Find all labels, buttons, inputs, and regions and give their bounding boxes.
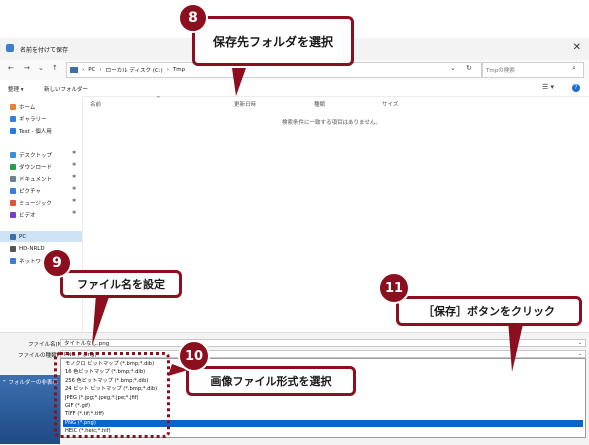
callout-10-text: 画像ファイル形式を選択 xyxy=(210,375,332,388)
pointer-11 xyxy=(508,320,524,372)
callout-11-text: ［保存］ボタンをクリック xyxy=(423,305,555,318)
callout-11-badge: 11 xyxy=(378,272,410,304)
callout-8-box: 保存先フォルダを選択 xyxy=(192,16,354,66)
callout-10-box: 画像ファイル形式を選択 xyxy=(186,366,356,396)
callout-9-box: ファイル名を設定 xyxy=(60,270,182,298)
callout-9-text: ファイル名を設定 xyxy=(77,278,165,291)
callout-8-badge: 8 xyxy=(178,3,208,33)
callout-10-badge: 10 xyxy=(178,340,210,372)
pointer-9 xyxy=(92,294,110,346)
callout-8-text: 保存先フォルダを選択 xyxy=(212,34,333,49)
callout-9-badge: 9 xyxy=(42,248,72,278)
callout-11-box: ［保存］ボタンをクリック xyxy=(396,296,582,326)
pointer-8 xyxy=(232,68,246,96)
